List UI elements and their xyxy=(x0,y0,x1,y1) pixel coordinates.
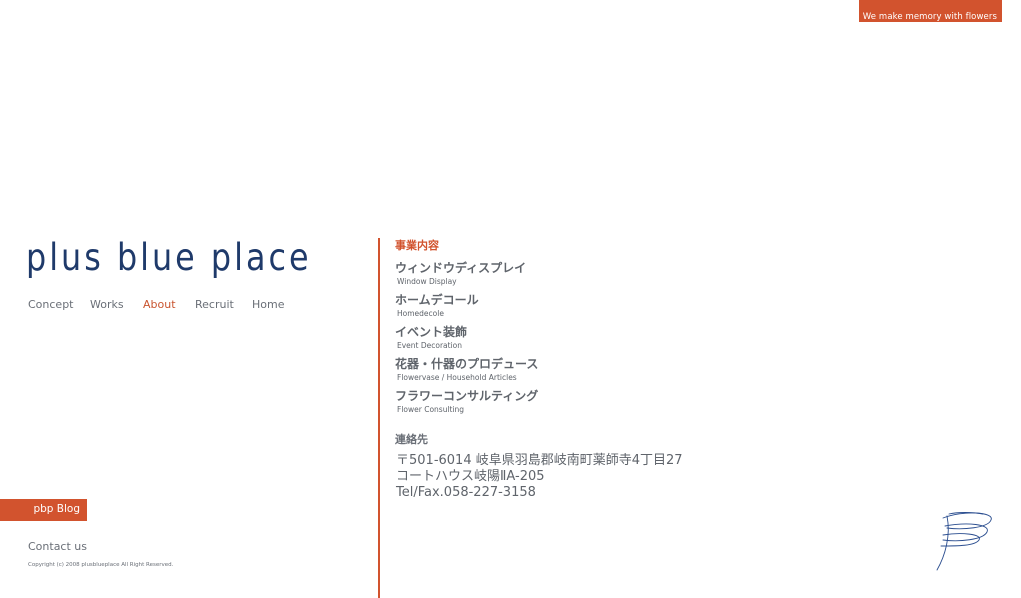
service-jp: ホームデコール xyxy=(395,293,479,307)
business-title: 事業内容 xyxy=(395,239,439,252)
service-jp: フラワーコンサルティング xyxy=(395,389,539,403)
nav-home[interactable]: Home xyxy=(252,298,284,311)
service-en: Flower Consulting xyxy=(397,405,465,414)
nav-recruit[interactable]: Recruit xyxy=(195,298,234,311)
copyright-text: Copyright (c) 2008 plusblueplace All Rig… xyxy=(28,562,174,568)
service-item: イベント装飾 Event Decoration xyxy=(395,323,467,350)
address-line: Tel/Fax.058-227-3158 xyxy=(396,485,536,500)
address-line: 〒501-6014 岐阜県羽島郡岐南町薬師寺4丁目27 xyxy=(396,453,683,468)
service-item: ホームデコール Homedecole xyxy=(395,291,479,318)
address-block: 〒501-6014 岐阜県羽島郡岐南町薬師寺4丁目27 コートハウス岐陽ⅡA-2… xyxy=(396,453,683,501)
service-jp: 花器・什器のプロデュース xyxy=(395,357,539,371)
nav-concept[interactable]: Concept xyxy=(28,298,74,311)
nav-about[interactable]: About xyxy=(143,298,176,311)
service-item: 花器・什器のプロデュース Flowervase / Household Arti… xyxy=(395,355,538,382)
service-jp: イベント装飾 xyxy=(395,325,468,339)
contact-title: 連絡先 xyxy=(395,433,428,446)
address-line: コートハウス岐陽ⅡA-205 xyxy=(396,469,545,484)
service-item: フラワーコンサルティング Flower Consulting xyxy=(395,387,538,414)
tagline-tab: We make memory with flowers xyxy=(859,0,1002,22)
service-jp: ウィンドウディスプレイ xyxy=(395,261,527,275)
divider-line xyxy=(378,238,380,598)
blog-button[interactable]: pbp Blog xyxy=(0,499,87,521)
service-en: Homedecole xyxy=(397,309,444,318)
site-logo[interactable]: plus blue place xyxy=(26,236,312,279)
pbp-signature-mark-icon xyxy=(936,512,992,571)
service-item: ウィンドウディスプレイ Window Display xyxy=(395,259,526,286)
contact-link[interactable]: Contact us xyxy=(28,540,87,553)
nav-works[interactable]: Works xyxy=(90,298,124,311)
service-en: Event Decoration xyxy=(397,341,463,350)
service-en: Window Display xyxy=(397,277,457,286)
service-en: Flowervase / Household Articles xyxy=(397,373,517,382)
